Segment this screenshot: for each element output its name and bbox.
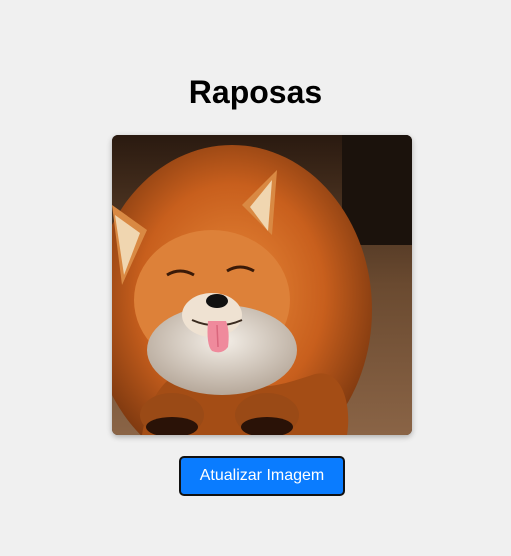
page-title: Raposas	[188, 74, 323, 110]
fox-photo-illustration	[112, 135, 412, 435]
page: Raposas Atualizar Imagem	[0, 0, 511, 556]
refresh-image-button[interactable]: Atualizar Imagem	[179, 456, 345, 496]
fox-image	[112, 135, 412, 435]
